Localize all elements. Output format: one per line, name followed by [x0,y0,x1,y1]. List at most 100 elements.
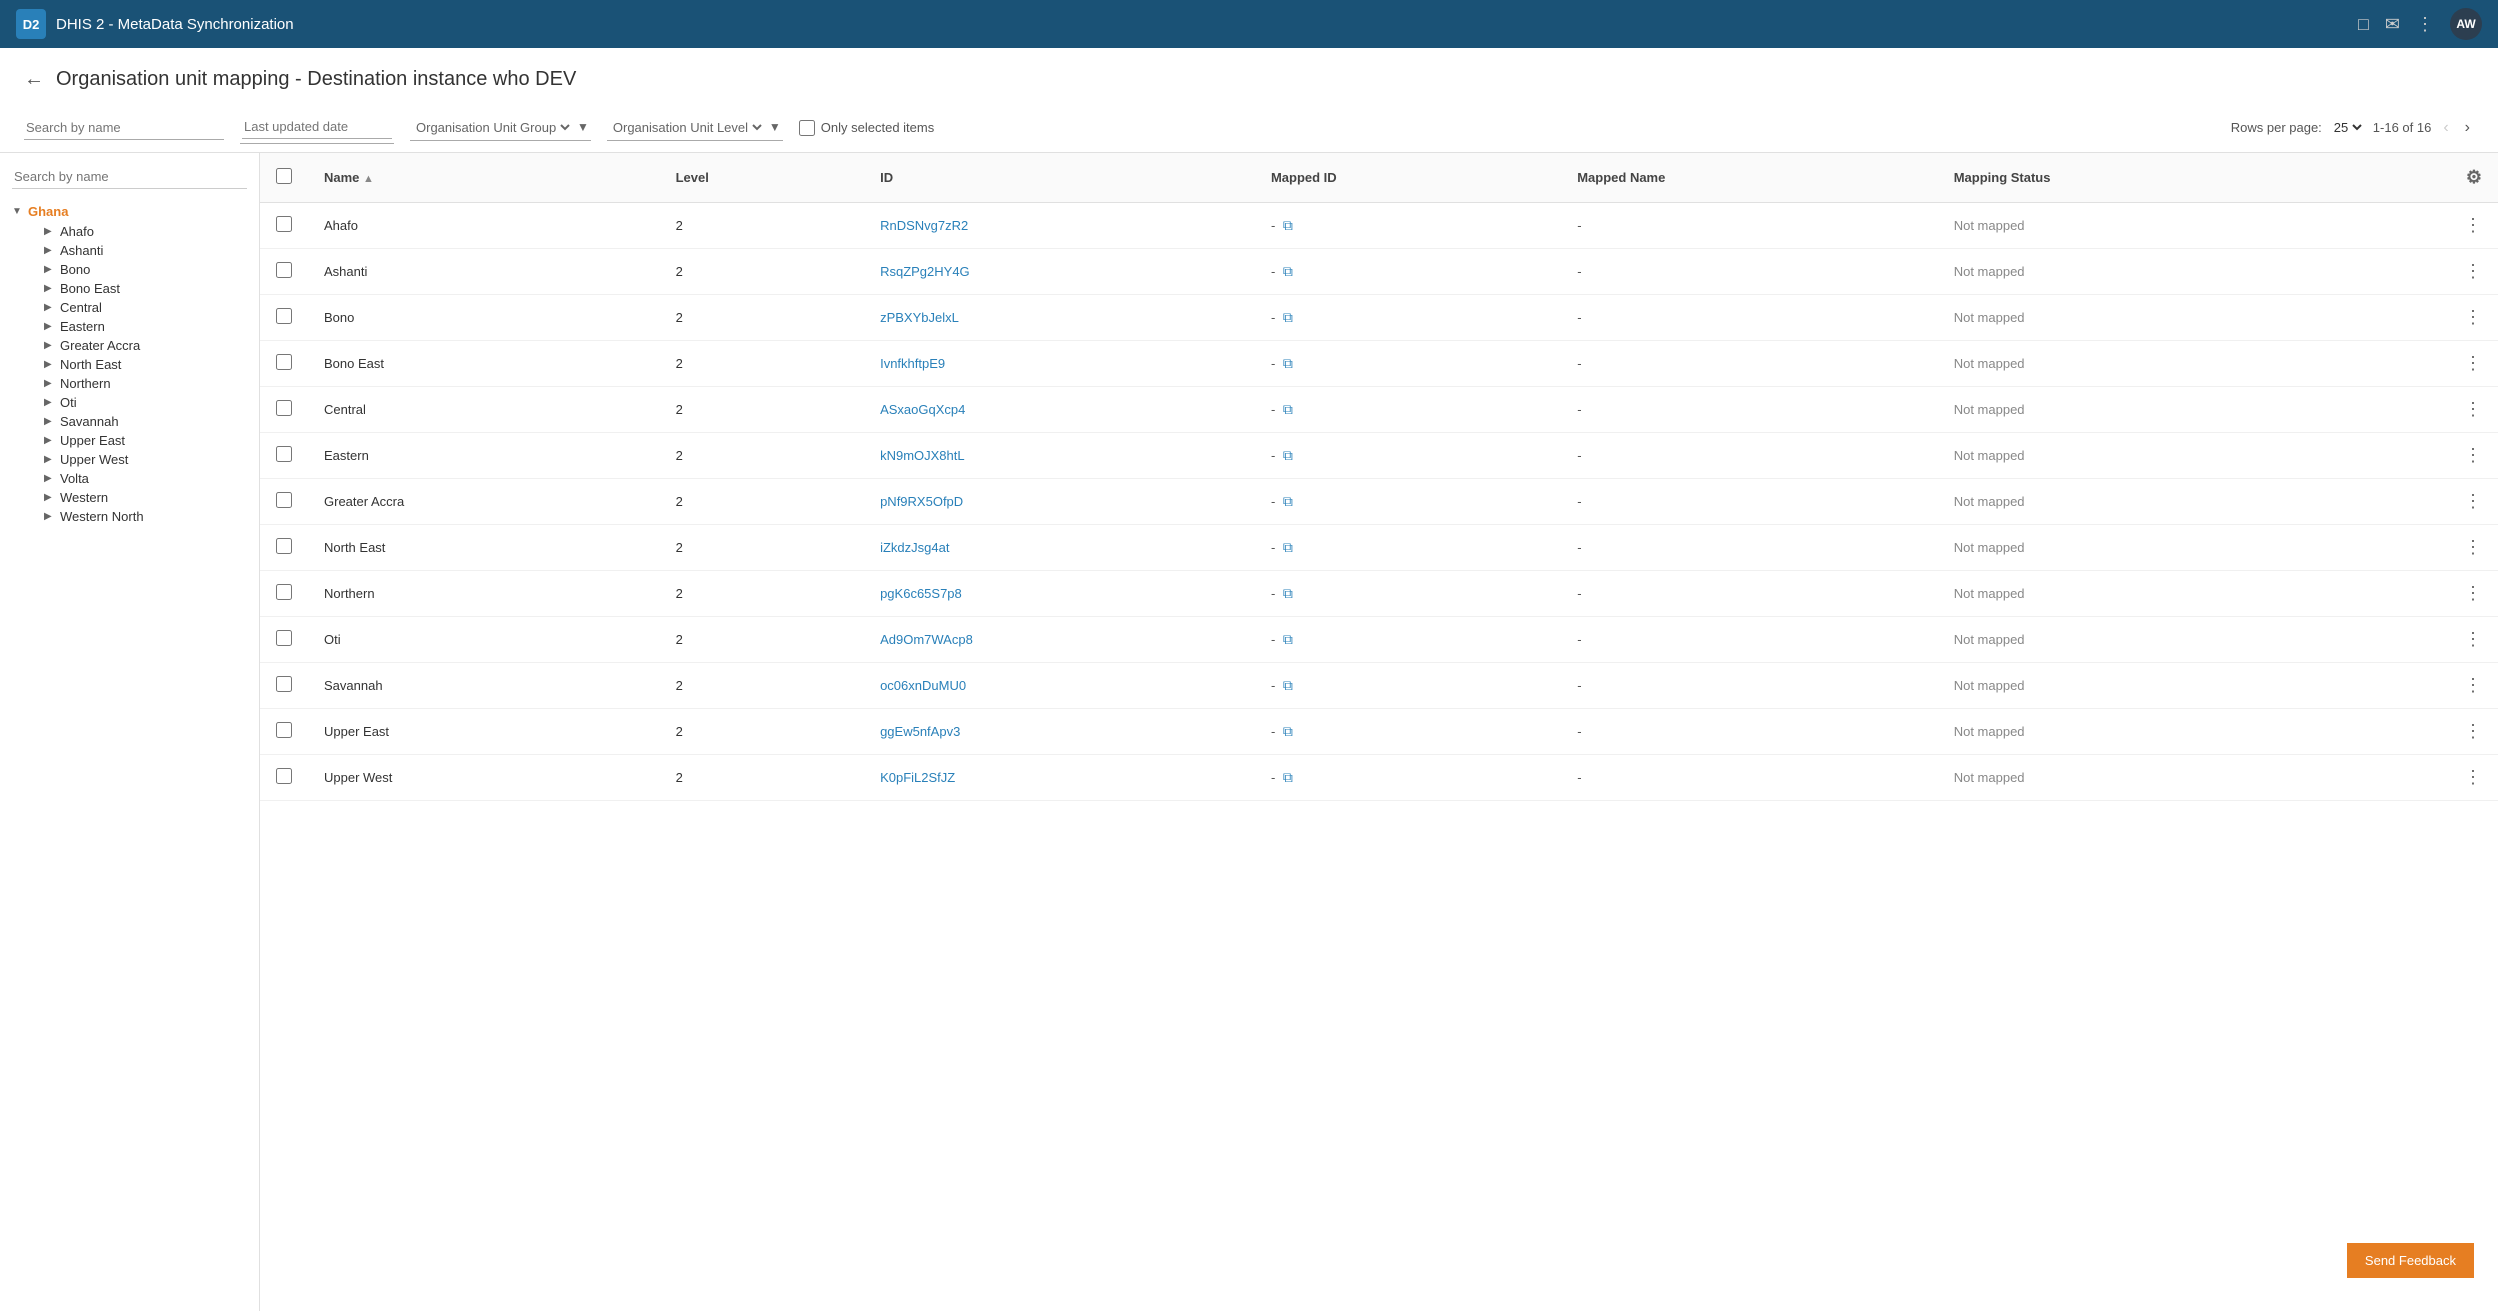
ext-link-button-9[interactable]: ⧉ [1279,631,1297,648]
org-unit-level-select[interactable]: Organisation Unit Level [609,119,765,136]
row-checkbox-12[interactable] [276,768,292,784]
row-checkbox-8[interactable] [276,584,292,600]
sidebar-item-central[interactable]: ▶Central [16,298,259,317]
only-selected-checkbox[interactable] [799,120,815,136]
row-checkbox-0[interactable] [276,216,292,232]
row-checkbox-10[interactable] [276,676,292,692]
row-menu-button-4[interactable]: ⋮ [2464,399,2482,420]
sidebar-item-western[interactable]: ▶Western [16,488,259,507]
ext-link-button-4[interactable]: ⧉ [1279,401,1297,418]
sidebar-item-label: Ahafo [60,224,94,239]
ext-link-button-1[interactable]: ⧉ [1279,263,1297,280]
sidebar-item-upper-west[interactable]: ▶Upper West [16,450,259,469]
table-settings-icon[interactable]: ⚙ [2466,167,2482,187]
row-level: 2 [660,249,864,295]
sidebar-item-western-north[interactable]: ▶Western North [16,507,259,526]
row-checkbox-11[interactable] [276,722,292,738]
table-body: Ahafo2RnDSNvg7zR2- ⧉-Not mapped⋮Ashanti2… [260,203,2498,801]
sidebar-search-container [0,165,259,201]
sidebar-item-upper-east[interactable]: ▶Upper East [16,431,259,450]
sidebar-item-label: Northern [60,376,111,391]
ext-link-button-2[interactable]: ⧉ [1279,309,1297,326]
row-menu-button-1[interactable]: ⋮ [2464,261,2482,282]
tree-child-arrow-icon: ▶ [44,492,56,503]
mail-icon[interactable]: ✉ [2385,14,2400,35]
row-menu-button-3[interactable]: ⋮ [2464,353,2482,374]
ext-link-button-10[interactable]: ⧉ [1279,677,1297,694]
row-menu-button-8[interactable]: ⋮ [2464,583,2482,604]
row-checkbox-2[interactable] [276,308,292,324]
sidebar-item-north-east[interactable]: ▶North East [16,355,259,374]
sidebar-item-northern[interactable]: ▶ Northern [16,374,259,393]
rows-per-page-select[interactable]: 25 [2330,119,2365,136]
tree-root-item[interactable]: ▼ Ghana [0,201,259,222]
sidebar-item-label: Eastern [60,319,105,334]
next-page-button[interactable]: › [2461,115,2474,141]
ext-link-button-7[interactable]: ⧉ [1279,539,1297,556]
row-menu-button-12[interactable]: ⋮ [2464,767,2482,788]
row-checkbox-4[interactable] [276,400,292,416]
sidebar-item-bono[interactable]: ▶Bono [16,260,259,279]
sidebar-item-ahafo[interactable]: ▶Ahafo [16,222,259,241]
filter-bar: Organisation Unit Group ▼ Organisation U… [0,103,2498,153]
org-unit-group-select[interactable]: Organisation Unit Group [412,119,573,136]
back-button[interactable]: ← [24,68,44,91]
sidebar-item-bono-east[interactable]: ▶Bono East [16,279,259,298]
name-col-header[interactable]: Name ▲ [308,153,660,203]
ext-link-button-8[interactable]: ⧉ [1279,585,1297,602]
apps-icon[interactable]: ⋮ [2416,14,2434,35]
sidebar-item-eastern[interactable]: ▶Eastern [16,317,259,336]
sidebar-search-input[interactable] [12,165,247,189]
row-checkbox-9[interactable] [276,630,292,646]
row-menu-button-0[interactable]: ⋮ [2464,215,2482,236]
select-all-col[interactable] [260,153,308,203]
ext-link-button-3[interactable]: ⧉ [1279,355,1297,372]
search-input[interactable] [24,116,224,140]
row-checkbox-1[interactable] [276,262,292,278]
sidebar-item-ashanti[interactable]: ▶Ashanti [16,241,259,260]
row-checkbox-5[interactable] [276,446,292,462]
settings-col-header[interactable]: ⚙ [2341,153,2498,203]
ext-link-button-6[interactable]: ⧉ [1279,493,1297,510]
row-menu-button-7[interactable]: ⋮ [2464,537,2482,558]
ext-link-button-12[interactable]: ⧉ [1279,769,1297,786]
org-unit-group-filter[interactable]: Organisation Unit Group ▼ [410,115,591,141]
row-id: RsqZPg2HY4G [864,249,1255,295]
row-menu-button-5[interactable]: ⋮ [2464,445,2482,466]
ext-link-button-11[interactable]: ⧉ [1279,723,1297,740]
row-menu-button-6[interactable]: ⋮ [2464,491,2482,512]
sidebar-item-volta[interactable]: ▶Volta [16,469,259,488]
table-area: Name ▲ Level ID Mapped ID Mapped Name Ma… [260,153,2498,1311]
topnav-right: □ ✉ ⋮ AW [2358,8,2482,40]
row-menu-button-2[interactable]: ⋮ [2464,307,2482,328]
row-checkbox-6[interactable] [276,492,292,508]
org-unit-level-filter[interactable]: Organisation Unit Level ▼ [607,115,783,141]
user-avatar[interactable]: AW [2450,8,2482,40]
feedback-button[interactable]: Send Feedback [2347,1243,2474,1278]
row-mapping-status: Not mapped [1938,433,2342,479]
last-updated-input[interactable] [242,115,392,139]
row-menu-button-11[interactable]: ⋮ [2464,721,2482,742]
sidebar-item-savannah[interactable]: ▶Savannah [16,412,259,431]
row-mapping-status: Not mapped [1938,203,2342,249]
sidebar-item-label: Bono East [60,281,120,296]
only-selected-checkbox-label[interactable]: Only selected items [799,120,934,136]
row-menu-button-9[interactable]: ⋮ [2464,629,2482,650]
tree-child-arrow-icon: ▶ [44,378,56,389]
row-name: Central [308,387,660,433]
row-mapped-name: - [1561,571,1937,617]
sidebar-item-oti[interactable]: ▶Oti [16,393,259,412]
sidebar-item-label: Western North [60,509,144,524]
row-level: 2 [660,341,864,387]
row-checkbox-7[interactable] [276,538,292,554]
ext-link-button-0[interactable]: ⧉ [1279,217,1297,234]
message-icon[interactable]: □ [2358,14,2369,35]
row-level: 2 [660,663,864,709]
prev-page-button[interactable]: ‹ [2439,115,2452,141]
row-menu-button-10[interactable]: ⋮ [2464,675,2482,696]
sidebar-item-greater-accra[interactable]: ▶Greater Accra [16,336,259,355]
table-header-row: Name ▲ Level ID Mapped ID Mapped Name Ma… [260,153,2498,203]
select-all-checkbox[interactable] [276,168,292,184]
row-checkbox-3[interactable] [276,354,292,370]
ext-link-button-5[interactable]: ⧉ [1279,447,1297,464]
